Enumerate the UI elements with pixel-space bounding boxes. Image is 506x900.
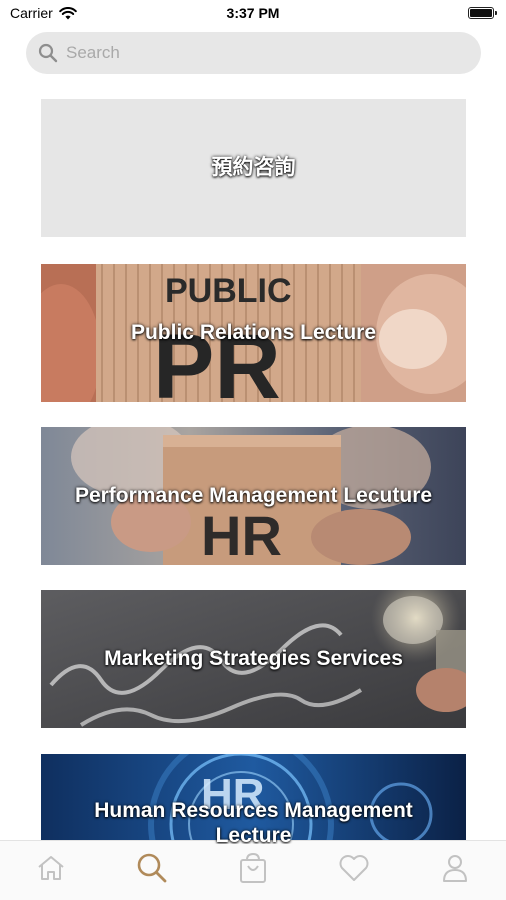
svg-text:HR: HR: [201, 504, 282, 565]
search-icon: [137, 853, 167, 882]
search-icon: [38, 43, 58, 63]
pr-lecture-card[interactable]: PUBLIC PR Public Relations Lecture: [41, 264, 466, 402]
tab-search[interactable]: [122, 846, 182, 890]
card-label: Performance Management Lecuture: [74, 484, 433, 508]
performance-lecture-card[interactable]: HR Performance Management Lecuture: [41, 427, 466, 565]
search-input[interactable]: [66, 43, 446, 63]
card-label: Marketing Strategies Services: [104, 647, 403, 671]
search-bar[interactable]: [26, 32, 481, 74]
consultation-card[interactable]: 預約咨詢: [41, 99, 466, 237]
svg-text:PUBLIC: PUBLIC: [165, 272, 292, 310]
card-label: Human Resources Management Lecture: [94, 799, 413, 844]
marketing-services-card[interactable]: Marketing Strategies Services: [41, 590, 466, 728]
heart-icon: [339, 854, 369, 881]
card-label: Public Relations Lecture: [130, 321, 377, 345]
status-bar: Carrier 3:37 PM: [0, 0, 506, 28]
card-label: 預約咨詢: [211, 155, 296, 180]
tab-cart[interactable]: [223, 846, 283, 890]
tab-bar: [0, 840, 506, 900]
profile-icon: [443, 854, 468, 882]
home-icon: [37, 855, 64, 880]
shopping-bag-icon: [239, 852, 266, 883]
battery-icon: [468, 7, 497, 19]
status-time: 3:37 PM: [226, 5, 280, 21]
tab-profile[interactable]: [425, 846, 485, 890]
tab-home[interactable]: [21, 846, 81, 890]
tab-favorites[interactable]: [324, 846, 384, 890]
hr-management-lecture-card[interactable]: HR Human Resources Management Lecture: [41, 754, 466, 844]
